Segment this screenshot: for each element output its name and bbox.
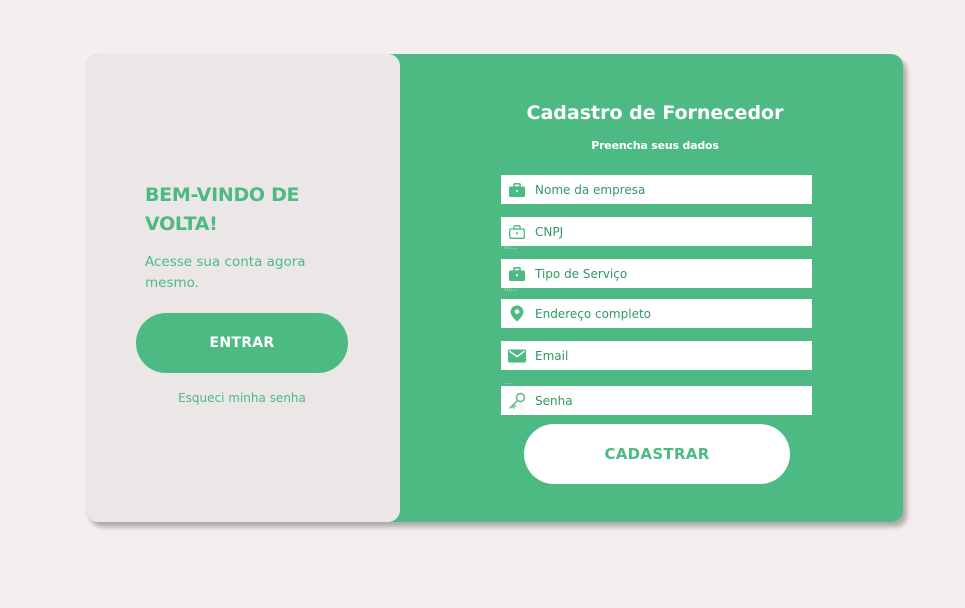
cnpj-field[interactable] [501, 217, 812, 246]
briefcase-icon [508, 181, 526, 199]
email-field[interactable] [501, 341, 812, 370]
cnpj-input[interactable] [535, 217, 795, 246]
enter-button[interactable]: ENTRAR [136, 313, 348, 373]
register-subtitle: Preencha seus dados [591, 139, 719, 152]
service-type-input[interactable] [535, 259, 795, 288]
email-icon [508, 347, 526, 365]
register-button[interactable]: CADASTRAR [524, 424, 790, 484]
login-subtitle: Acesse sua conta agora mesmo. [145, 254, 306, 291]
ghost-label: m.... [504, 243, 518, 251]
password-input[interactable] [535, 386, 795, 415]
briefcase-outline-icon [508, 223, 526, 241]
auth-card: BEM-VINDO DE VOLTA! Acesse sua conta ago… [86, 54, 903, 522]
register-title: Cadastro de Fornecedor [526, 102, 784, 124]
company-name-field[interactable] [501, 175, 812, 204]
address-input[interactable] [535, 299, 795, 328]
location-pin-icon [508, 305, 526, 323]
welcome-heading: BEM-VINDO DE VOLTA! [145, 184, 300, 235]
service-type-field[interactable] [501, 259, 812, 288]
login-panel: BEM-VINDO DE VOLTA! Acesse sua conta ago… [86, 54, 400, 522]
address-field[interactable] [501, 299, 812, 328]
ghost-label: .... [504, 378, 511, 386]
briefcase-icon [508, 265, 526, 283]
key-icon [508, 392, 526, 410]
email-input[interactable] [535, 341, 795, 370]
company-name-input[interactable] [535, 175, 795, 204]
forgot-password-link[interactable]: Esqueci minha senha [86, 391, 398, 405]
password-field[interactable] [501, 386, 812, 415]
ghost-label: m.... [504, 285, 518, 293]
